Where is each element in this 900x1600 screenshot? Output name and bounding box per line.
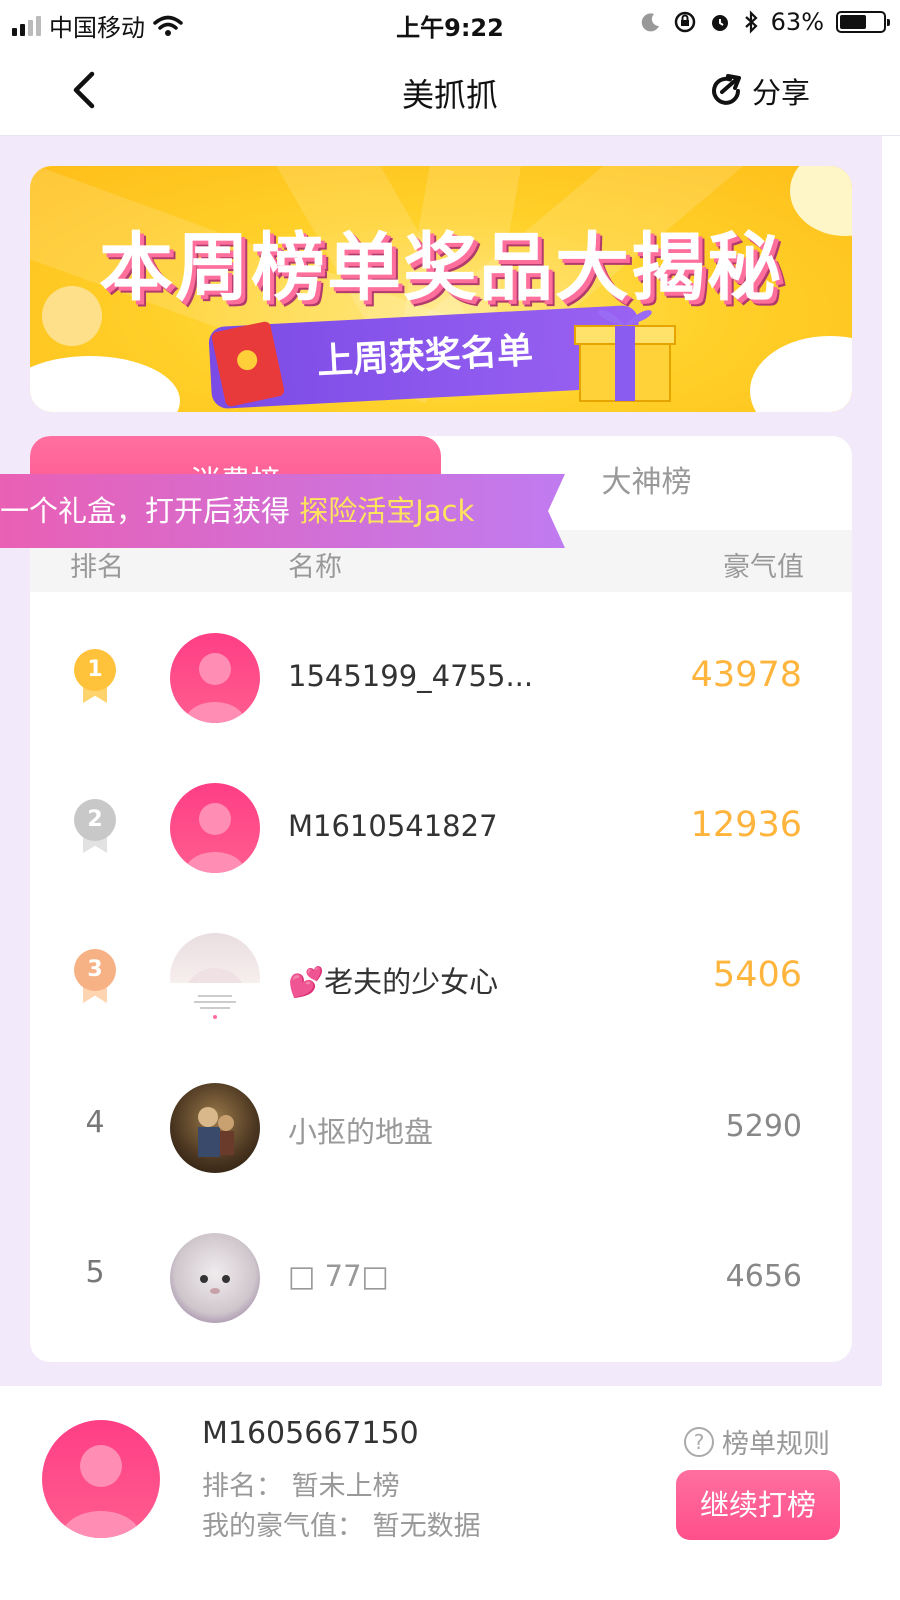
avatar[interactable] bbox=[170, 783, 260, 873]
leaderboard-card: 消费榜 大神榜 排名 名称 豪气值 1 1545199_4755... 4397… bbox=[30, 436, 852, 1362]
default-user-icon bbox=[184, 653, 246, 723]
share-button[interactable]: 分享 bbox=[708, 70, 810, 112]
my-avatar[interactable] bbox=[42, 1420, 160, 1538]
gold-medal-icon: 1 bbox=[74, 649, 116, 705]
share-label: 分享 bbox=[751, 76, 810, 110]
page-edge bbox=[882, 136, 900, 1386]
user-name: M1610541827 bbox=[288, 809, 498, 843]
score-value: 12936 bbox=[690, 805, 802, 845]
battery-level bbox=[840, 15, 867, 29]
score-value: 43978 bbox=[690, 655, 802, 695]
photo-avatar-icon bbox=[170, 968, 260, 1023]
default-user-icon bbox=[60, 1445, 142, 1538]
rules-link[interactable]: ? 榜单规则 bbox=[684, 1422, 830, 1461]
battery-icon bbox=[836, 11, 890, 33]
alarm-icon bbox=[711, 15, 728, 31]
user-name: 小抠的地盘 bbox=[288, 1115, 434, 1149]
my-rank: 排名： 暂未上榜 bbox=[202, 1471, 400, 1502]
silver-medal-icon: 2 bbox=[74, 799, 116, 855]
promo-banner[interactable]: 本周榜单奖品大揭秘 上周获奖名单 bbox=[30, 166, 852, 412]
nav-bar: 美抓抓 分享 bbox=[0, 44, 900, 136]
header-score: 豪气值 bbox=[723, 552, 804, 583]
toast-highlight: 探险活宝Jack bbox=[299, 494, 475, 528]
avatar[interactable] bbox=[170, 1083, 260, 1173]
avatar[interactable] bbox=[170, 633, 260, 723]
table-row[interactable]: 3 💕老夫的少女心 5406 bbox=[30, 903, 852, 1053]
toast-text: 一个礼盒，打开后获得 bbox=[0, 494, 300, 528]
table-row[interactable]: 5 □ 77□ 4656 bbox=[30, 1203, 852, 1353]
photo-avatar-icon bbox=[198, 1107, 234, 1157]
reward-toast: 一个礼盒，打开后获得 探险活宝Jack bbox=[0, 474, 565, 548]
bluetooth-icon bbox=[744, 10, 758, 34]
my-name: M1605667150 bbox=[202, 1416, 419, 1451]
default-user-icon bbox=[184, 803, 246, 873]
battery-percent: 63% bbox=[770, 8, 824, 36]
bronze-medal-icon: 3 bbox=[74, 949, 116, 1005]
header-rank: 排名 bbox=[70, 552, 124, 583]
cloud-decoration bbox=[750, 336, 852, 412]
continue-button[interactable]: 继续打榜 bbox=[676, 1470, 840, 1540]
score-value: 5290 bbox=[725, 1109, 802, 1144]
photo-avatar-icon bbox=[200, 1275, 230, 1294]
user-name: 💕老夫的少女心 bbox=[288, 965, 499, 999]
rotation-lock-icon bbox=[674, 11, 695, 33]
status-right: 63% bbox=[641, 8, 890, 36]
user-name: 1545199_4755... bbox=[288, 659, 534, 693]
status-bar: 中国移动 上午9:22 63% bbox=[0, 0, 900, 44]
table-row[interactable]: 4 小抠的地盘 5290 bbox=[30, 1053, 852, 1203]
avatar[interactable] bbox=[170, 933, 260, 1023]
score-value: 4656 bbox=[725, 1259, 802, 1294]
moon-icon bbox=[641, 13, 659, 32]
table-row[interactable]: 2 M1610541827 12936 bbox=[30, 753, 852, 903]
header-name: 名称 bbox=[288, 552, 342, 583]
rank-number: 5 bbox=[85, 1255, 105, 1290]
avatar[interactable] bbox=[170, 1233, 260, 1323]
rank-number: 4 bbox=[85, 1105, 105, 1140]
cloud-decoration bbox=[30, 356, 180, 412]
share-icon bbox=[711, 74, 741, 105]
banner-title: 本周榜单奖品大揭秘 bbox=[99, 225, 783, 311]
gift-box-icon bbox=[574, 310, 676, 402]
rules-label: 榜单规则 bbox=[722, 1429, 830, 1460]
table-row[interactable]: 1 1545199_4755... 43978 bbox=[30, 603, 852, 753]
my-score: 我的豪气值： 暂无数据 bbox=[202, 1511, 481, 1542]
user-name: □ 77□ bbox=[288, 1259, 389, 1293]
question-icon: ? bbox=[684, 1426, 714, 1457]
score-value: 5406 bbox=[712, 955, 802, 995]
my-rank-footer: M1605667150 排名： 暂未上榜 我的豪气值： 暂无数据 ? 榜单规则 … bbox=[0, 1386, 900, 1600]
